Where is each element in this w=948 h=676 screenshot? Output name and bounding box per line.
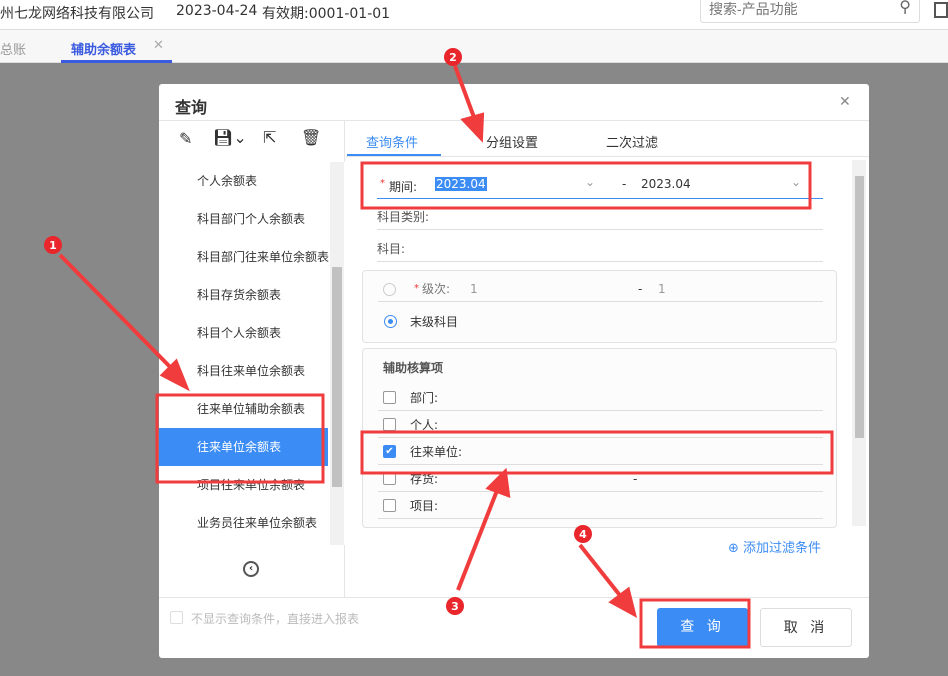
annotation-overlay: 1 2 3 4 — [44, 48, 834, 649]
annotation-arrow — [578, 543, 624, 600]
annotation-arrow — [453, 65, 477, 121]
annotation-box — [155, 393, 325, 484]
annotation-box — [639, 598, 751, 649]
annotation-arrow — [58, 253, 180, 377]
annotation-number: 3 — [451, 600, 459, 613]
annotation-box — [360, 161, 812, 210]
annotation-number: 2 — [449, 51, 457, 64]
annotation-number: 1 — [49, 239, 57, 252]
annotation-arrow — [456, 487, 500, 591]
annotation-box — [360, 430, 834, 475]
annotation-number: 4 — [579, 528, 587, 541]
